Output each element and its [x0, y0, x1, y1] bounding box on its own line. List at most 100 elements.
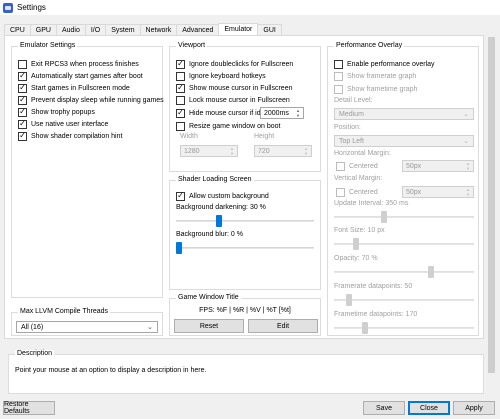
spinbox-value: 50px: [406, 162, 422, 170]
shader-hint-option[interactable]: ✓ Show shader compilation hint: [18, 131, 122, 141]
tab-emulator[interactable]: Emulator: [218, 23, 259, 35]
scrollbar-thumb[interactable]: [488, 37, 495, 373]
checkbox[interactable]: [334, 84, 343, 94]
width-spinbox[interactable]: 1280 ▲ ▼: [180, 145, 238, 157]
option-label: Centered: [349, 188, 378, 196]
tab-cpu[interactable]: CPU: [4, 24, 31, 35]
tab-system[interactable]: System: [105, 24, 141, 35]
edit-title-button[interactable]: Edit: [248, 319, 318, 333]
detail-level-label: Detail Level:: [334, 97, 373, 104]
ignore-doubleclick-option[interactable]: ✓ Ignore doubleclicks for Fullscreen: [176, 59, 293, 69]
darkening-label: Background darkening: 30 %: [176, 204, 266, 211]
font-size-label: Font Size: 10 px: [334, 227, 385, 234]
slider-handle[interactable]: [352, 238, 359, 250]
native-ui-option[interactable]: ✓ Use native user interface: [18, 119, 108, 129]
spin-arrows-icon[interactable]: ▲ ▼: [228, 146, 236, 156]
vertical-centered-option[interactable]: Centered: [336, 187, 378, 197]
option-label: Resize game window on boot: [189, 122, 281, 130]
blur-slider[interactable]: [176, 242, 314, 254]
checkbox[interactable]: [334, 59, 343, 69]
enable-overlay-option[interactable]: Enable performance overlay: [334, 59, 435, 69]
group-title: Description: [15, 350, 55, 357]
slider-handle[interactable]: [215, 215, 222, 227]
apply-button[interactable]: Apply: [453, 401, 495, 415]
frametime-datapoints-slider[interactable]: [334, 322, 474, 334]
tab-network[interactable]: Network: [139, 24, 178, 35]
checkbox[interactable]: ✓: [18, 131, 27, 141]
slider-handle[interactable]: [176, 242, 182, 254]
trophy-popups-option[interactable]: ✓ Show trophy popups: [18, 107, 95, 117]
opacity-slider[interactable]: [334, 266, 474, 278]
slider-handle[interactable]: [427, 266, 434, 278]
slider-handle[interactable]: [380, 211, 387, 223]
tab-gpu[interactable]: GPU: [29, 24, 57, 35]
checkbox[interactable]: [334, 71, 343, 81]
checkbox[interactable]: ✓: [176, 191, 185, 201]
option-label: Show mouse cursor in Fullscreen: [189, 84, 293, 92]
checkbox[interactable]: [18, 59, 27, 69]
tab-io[interactable]: I/O: [84, 24, 107, 35]
framerate-datapoints-slider[interactable]: [334, 294, 474, 306]
slider-track: [334, 299, 474, 301]
vertical-scrollbar[interactable]: [487, 35, 496, 375]
horizontal-centered-option[interactable]: Centered: [336, 161, 378, 171]
spinbox-value: 720: [258, 147, 270, 155]
checkbox[interactable]: ✓: [18, 95, 27, 105]
checkbox[interactable]: [336, 187, 345, 197]
option-label: Lock mouse cursor in Fullscreen: [189, 96, 290, 104]
slider-handle[interactable]: [346, 294, 353, 306]
auto-start-option[interactable]: ✓ Automatically start games after boot: [18, 71, 143, 81]
checkbox[interactable]: ✓: [176, 59, 185, 69]
spinbox-value: 1280: [184, 147, 200, 155]
darkening-slider[interactable]: [176, 215, 314, 227]
spin-arrows-icon[interactable]: ▲ ▼: [464, 187, 472, 197]
llvm-threads-select[interactable]: All (16) ⌄: [16, 321, 158, 333]
checkbox[interactable]: ✓: [18, 107, 27, 117]
spin-arrows-icon[interactable]: ▲ ▼: [464, 161, 472, 171]
prevent-sleep-option[interactable]: ✓ Prevent display sleep while running ga…: [18, 95, 164, 105]
restore-defaults-button[interactable]: Restore Defaults: [3, 401, 55, 415]
slider-track: [176, 220, 314, 222]
framerate-graph-option[interactable]: Show framerate graph: [334, 71, 416, 81]
idle-timeout-spinbox[interactable]: 2000ms ▲ ▼: [260, 107, 304, 119]
reset-title-button[interactable]: Reset: [174, 319, 244, 333]
update-interval-slider[interactable]: [334, 211, 474, 223]
spin-arrows-icon[interactable]: ▲ ▼: [302, 146, 310, 156]
tab-advanced[interactable]: Advanced: [176, 24, 220, 35]
save-button[interactable]: Save: [363, 401, 405, 415]
show-cursor-option[interactable]: ✓ Show mouse cursor in Fullscreen: [176, 83, 293, 93]
height-spinbox[interactable]: 720 ▲ ▼: [254, 145, 312, 157]
option-label: Prevent display sleep while running game…: [31, 96, 164, 104]
checkbox[interactable]: ✓: [18, 83, 27, 93]
hide-cursor-idle-option[interactable]: ✓ Hide mouse cursor if idle: [176, 108, 266, 118]
lock-cursor-option[interactable]: Lock mouse cursor in Fullscreen: [176, 95, 290, 105]
tab-gui[interactable]: GUI: [257, 24, 282, 35]
spin-arrows-icon[interactable]: ▲ ▼: [294, 108, 302, 118]
checkbox[interactable]: ✓: [176, 83, 185, 93]
ignore-hotkeys-option[interactable]: Ignore keyboard hotkeys: [176, 71, 266, 81]
checkbox[interactable]: ✓: [18, 119, 27, 129]
close-button[interactable]: Close: [408, 401, 450, 415]
select-value: All (16): [21, 323, 44, 331]
tab-audio[interactable]: Audio: [55, 24, 86, 35]
frametime-graph-option[interactable]: Show frametime graph: [334, 84, 417, 94]
emulator-tab-panel: Emulator Settings Exit RPCS3 when proces…: [4, 35, 484, 339]
custom-background-option[interactable]: ✓ Allow custom background: [176, 191, 269, 201]
exit-on-finish-option[interactable]: Exit RPCS3 when process finishes: [18, 59, 139, 69]
checkbox[interactable]: [176, 95, 185, 105]
position-select[interactable]: Top Left ⌄: [334, 135, 474, 147]
slider-handle[interactable]: [362, 322, 369, 334]
resize-window-option[interactable]: Resize game window on boot: [176, 121, 280, 131]
horizontal-margin-spinbox[interactable]: 50px ▲ ▼: [402, 160, 474, 172]
checkbox[interactable]: [176, 121, 185, 131]
start-fullscreen-option[interactable]: ✓ Start games in Fullscreen mode: [18, 83, 130, 93]
vertical-margin-spinbox[interactable]: 50px ▲ ▼: [402, 186, 474, 198]
group-title: Game Window Title: [176, 294, 241, 301]
font-size-slider[interactable]: [334, 238, 474, 250]
detail-level-select[interactable]: Medium ⌄: [334, 108, 474, 120]
option-label: Automatically start games after boot: [31, 72, 143, 80]
checkbox[interactable]: [176, 71, 185, 81]
checkbox[interactable]: ✓: [176, 108, 185, 118]
checkbox[interactable]: ✓: [18, 71, 27, 81]
checkbox[interactable]: [336, 161, 345, 171]
